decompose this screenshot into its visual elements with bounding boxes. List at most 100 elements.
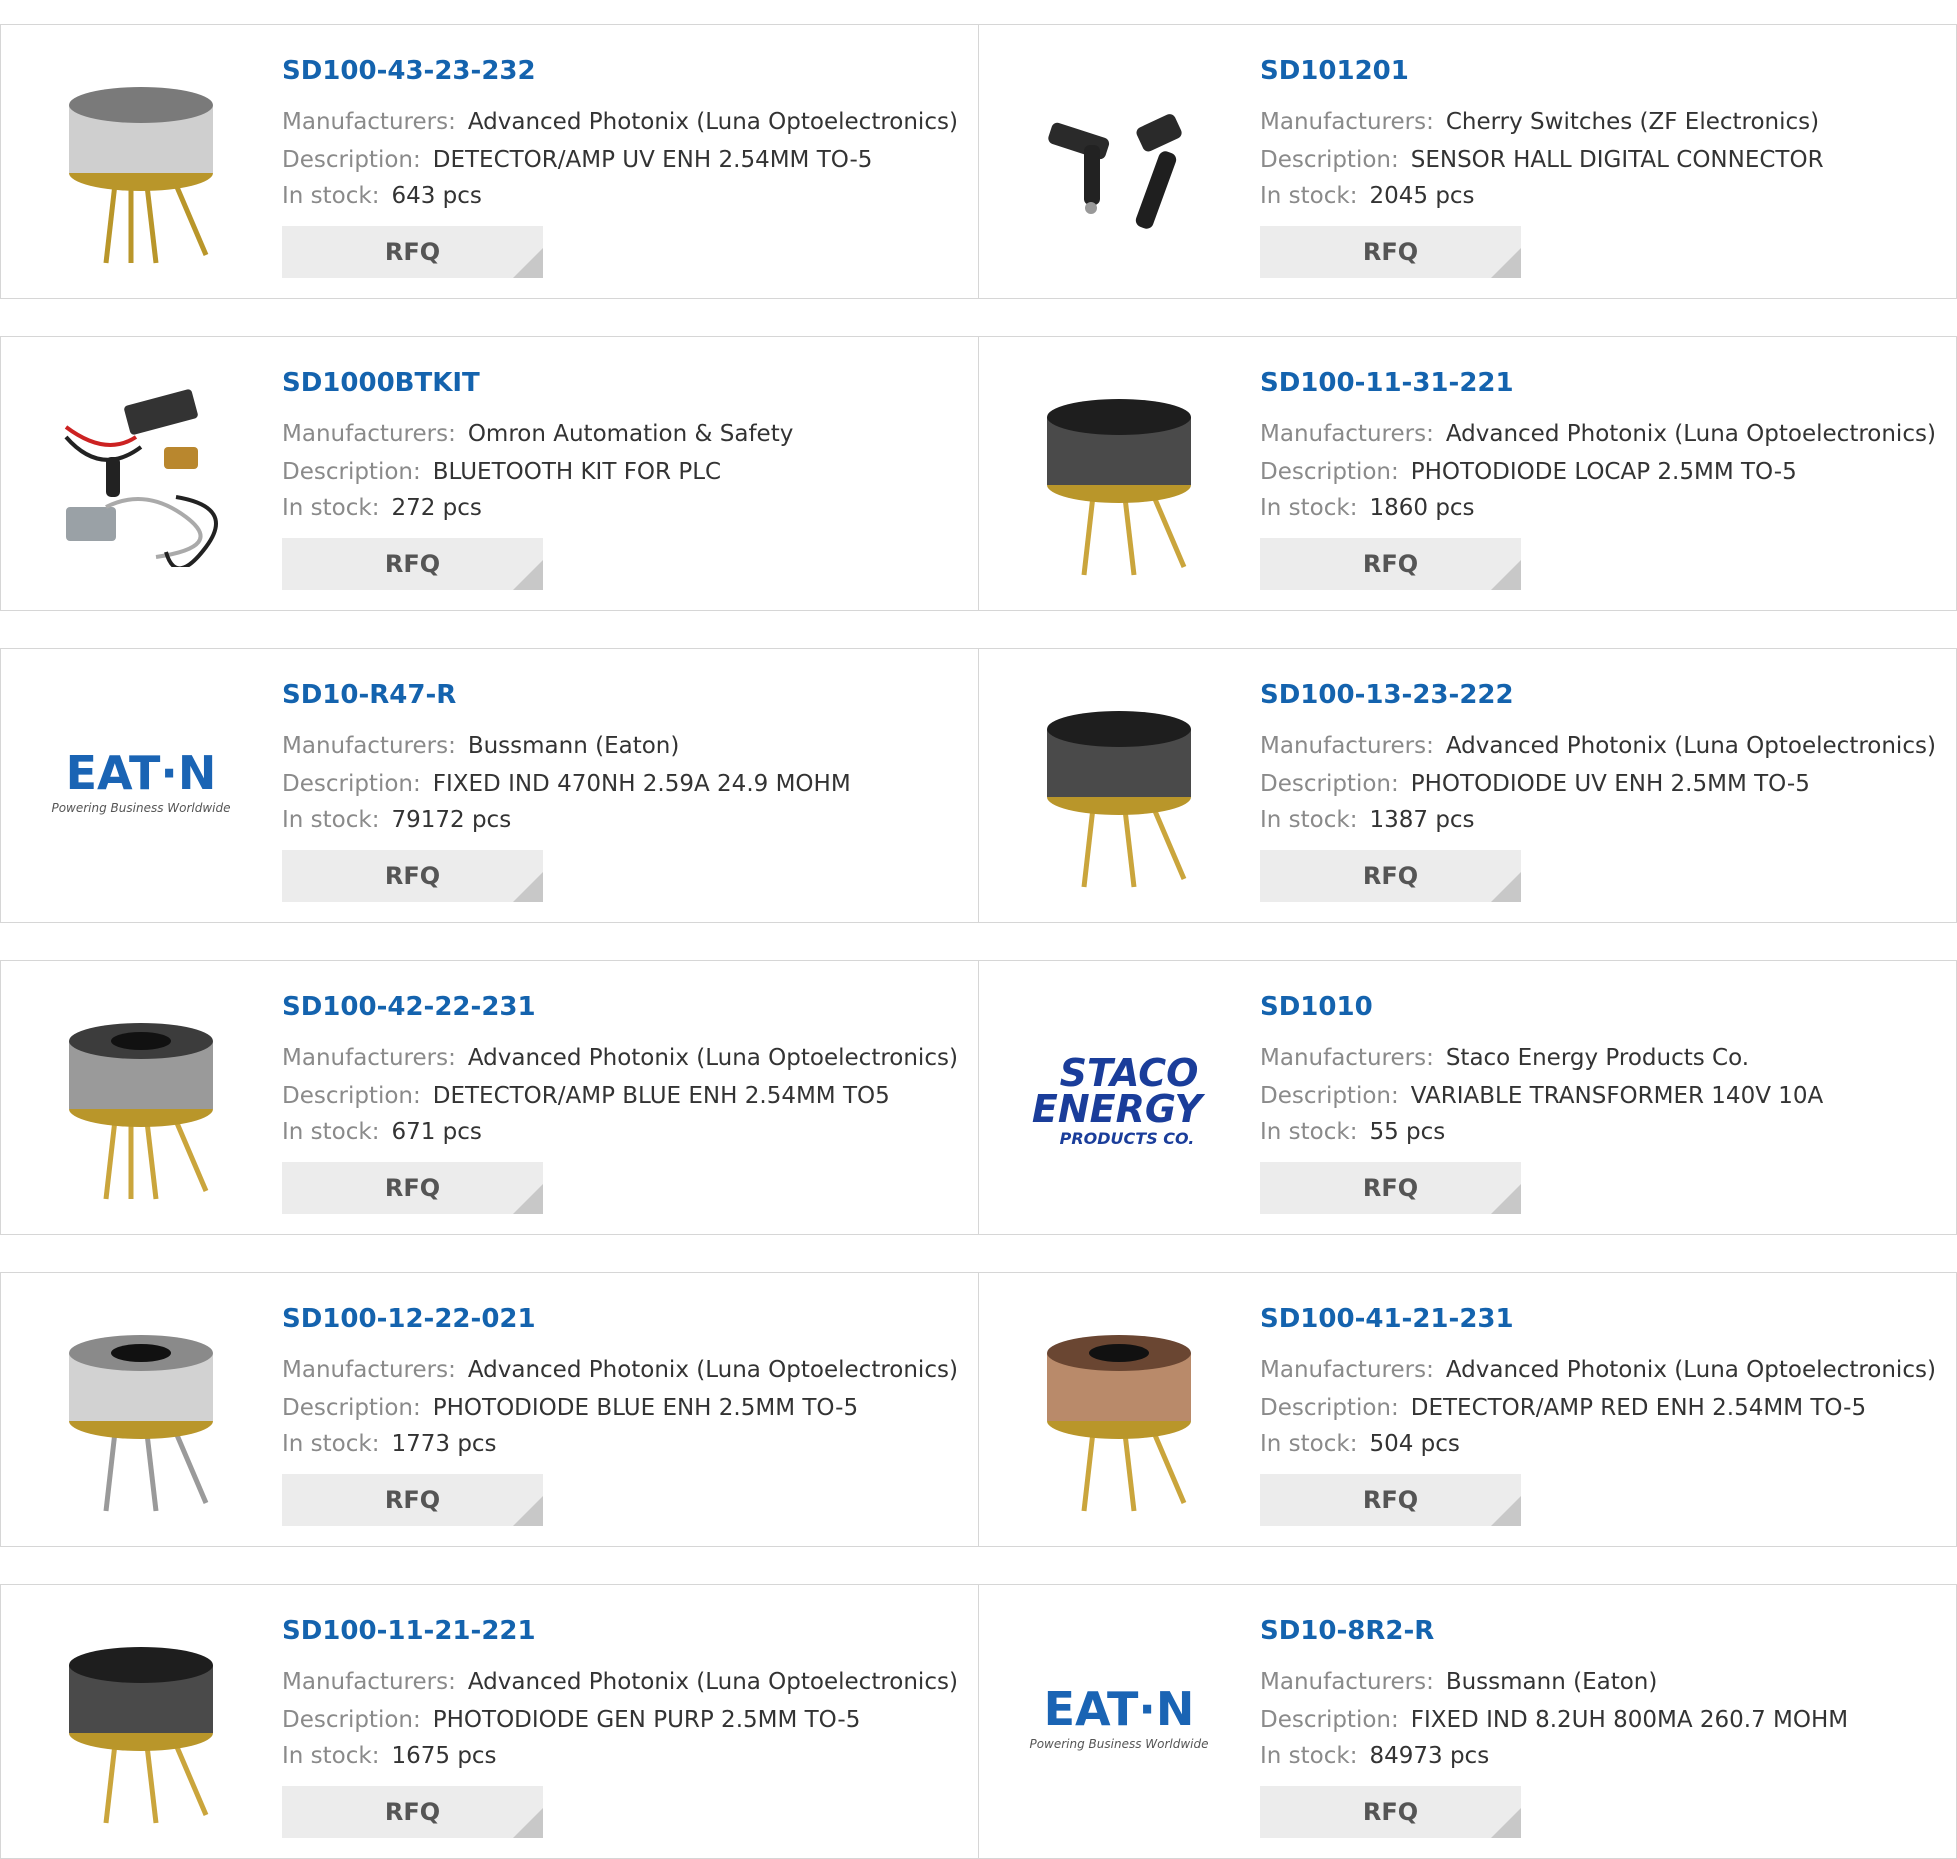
product-card: STACO ENERGY PRODUCTS CO. SD1010 Manufac… (978, 960, 1957, 1235)
part-number-link[interactable]: SD100-42-22-231 (282, 992, 536, 1022)
corner-triangle-icon (513, 1496, 543, 1526)
rfq-button[interactable]: RFQ (1260, 538, 1521, 590)
stock-value: 643 pcs (391, 183, 482, 209)
rfq-label: RFQ (384, 238, 441, 266)
rfq-button[interactable]: RFQ (282, 850, 543, 902)
manufacturer-label: Manufacturers: (282, 1669, 456, 1695)
stock-label: In stock: (282, 1743, 380, 1769)
rfq-label: RFQ (384, 550, 441, 578)
stock-row: In stock: 84973 pcs (1260, 1742, 1489, 1770)
manufacturer-label: Manufacturers: (282, 1357, 456, 1383)
description-value: DETECTOR/AMP RED ENH 2.54MM TO-5 (1410, 1395, 1867, 1421)
eaton-logo-word: EAT·N (66, 746, 217, 800)
rfq-button[interactable]: RFQ (282, 1162, 543, 1214)
product-image[interactable] (39, 1311, 243, 1515)
product-image[interactable] (1017, 1311, 1221, 1515)
rfq-button[interactable]: RFQ (1260, 1474, 1521, 1526)
description-label: Description: (282, 147, 421, 173)
product-image[interactable] (1017, 375, 1221, 579)
description-value: SENSOR HALL DIGITAL CONNECTOR (1410, 147, 1824, 173)
stock-row: In stock: 671 pcs (282, 1118, 482, 1146)
part-number-link[interactable]: SD100-12-22-021 (282, 1304, 536, 1334)
rfq-label: RFQ (384, 1174, 441, 1202)
manufacturer-row: Manufacturers: Advanced Photonix (Luna Op… (282, 108, 958, 136)
rfq-button[interactable]: RFQ (282, 538, 543, 590)
product-image[interactable] (39, 375, 243, 579)
product-image[interactable]: STACO ENERGY PRODUCTS CO. (1017, 999, 1221, 1203)
rfq-button[interactable]: RFQ (282, 226, 543, 278)
part-number-link[interactable]: SD100-43-23-232 (282, 56, 536, 86)
staco-logo-line3: PRODUCTS CO. (1060, 1129, 1195, 1148)
rfq-button[interactable]: RFQ (1260, 850, 1521, 902)
manufacturer-value: Advanced Photonix (Luna Optoelectronics) (467, 1045, 958, 1071)
manufacturer-value: Cherry Switches (ZF Electronics) (1445, 109, 1820, 135)
product-card: SD100-42-22-231 Manufacturers: Advanced P… (0, 960, 980, 1235)
stock-value: 79172 pcs (391, 807, 512, 833)
product-image[interactable] (1017, 63, 1221, 267)
stock-value: 1860 pcs (1369, 495, 1475, 521)
stock-label: In stock: (1260, 1743, 1358, 1769)
description-label: Description: (1260, 147, 1399, 173)
stock-row: In stock: 2045 pcs (1260, 182, 1475, 210)
manufacturer-label: Manufacturers: (1260, 1669, 1434, 1695)
product-image[interactable]: EAT·N Powering Business Worldwide (1017, 1623, 1221, 1827)
stock-row: In stock: 272 pcs (282, 494, 482, 522)
product-image[interactable] (1017, 687, 1221, 891)
part-number-link[interactable]: SD101201 (1260, 56, 1409, 86)
product-card: SD100-13-23-222 Manufacturers: Advanced P… (978, 648, 1957, 923)
part-number-link[interactable]: SD1000BTKIT (282, 368, 480, 398)
manufacturer-value: Advanced Photonix (Luna Optoelectronics) (1445, 421, 1936, 447)
rfq-button[interactable]: RFQ (282, 1786, 543, 1838)
stock-label: In stock: (1260, 1119, 1358, 1145)
part-number-link[interactable]: SD100-11-31-221 (1260, 368, 1514, 398)
corner-triangle-icon (1491, 248, 1521, 278)
rfq-button[interactable]: RFQ (1260, 226, 1521, 278)
manufacturer-row: Manufacturers: Staco Energy Products Co. (1260, 1044, 1749, 1072)
stock-row: In stock: 1860 pcs (1260, 494, 1475, 522)
description-value: PHOTODIODE GEN PURP 2.5MM TO-5 (432, 1707, 861, 1733)
part-number-link[interactable]: SD1010 (1260, 992, 1373, 1022)
part-number-link[interactable]: SD100-41-21-231 (1260, 1304, 1514, 1334)
manufacturer-label: Manufacturers: (282, 1045, 456, 1071)
manufacturer-row: Manufacturers: Bussmann (Eaton) (282, 732, 679, 760)
rfq-label: RFQ (1362, 862, 1419, 890)
stock-value: 1773 pcs (391, 1431, 497, 1457)
manufacturer-value: Advanced Photonix (Luna Optoelectronics) (467, 1669, 958, 1695)
rfq-button[interactable]: RFQ (282, 1474, 543, 1526)
manufacturer-value: Bussmann (Eaton) (1445, 1669, 1658, 1695)
part-number-link[interactable]: SD10-R47-R (282, 680, 456, 710)
stock-label: In stock: (1260, 1431, 1358, 1457)
description-label: Description: (1260, 459, 1399, 485)
part-number-link[interactable]: SD100-13-23-222 (1260, 680, 1514, 710)
rfq-label: RFQ (1362, 1798, 1419, 1826)
rfq-button[interactable]: RFQ (1260, 1786, 1521, 1838)
manufacturer-row: Manufacturers: Advanced Photonix (Luna Op… (282, 1356, 958, 1384)
part-number-link[interactable]: SD100-11-21-221 (282, 1616, 536, 1646)
product-image[interactable] (39, 63, 243, 267)
rfq-label: RFQ (1362, 1486, 1419, 1514)
manufacturer-label: Manufacturers: (1260, 1045, 1434, 1071)
manufacturer-value: Staco Energy Products Co. (1445, 1045, 1750, 1071)
manufacturer-value: Advanced Photonix (Luna Optoelectronics) (467, 109, 958, 135)
stock-row: In stock: 79172 pcs (282, 806, 511, 834)
manufacturer-value: Advanced Photonix (Luna Optoelectronics) (467, 1357, 958, 1383)
description-row: Description: DETECTOR/AMP UV ENH 2.54MM T… (282, 146, 872, 174)
manufacturer-value: Advanced Photonix (Luna Optoelectronics) (1445, 1357, 1936, 1383)
manufacturer-value: Advanced Photonix (Luna Optoelectronics) (1445, 733, 1936, 759)
description-row: Description: FIXED IND 470NH 2.59A 24.9 M… (282, 770, 851, 798)
part-number-link[interactable]: SD10-8R2-R (1260, 1616, 1434, 1646)
stock-value: 1675 pcs (391, 1743, 497, 1769)
stock-label: In stock: (1260, 183, 1358, 209)
product-image[interactable]: EAT·N Powering Business Worldwide (39, 687, 243, 891)
corner-triangle-icon (1491, 560, 1521, 590)
stock-label: In stock: (1260, 807, 1358, 833)
description-row: Description: PHOTODIODE GEN PURP 2.5MM TO… (282, 1706, 860, 1734)
product-image[interactable] (39, 1623, 243, 1827)
description-value: PHOTODIODE UV ENH 2.5MM TO-5 (1410, 771, 1810, 797)
manufacturer-row: Manufacturers: Cherry Switches (ZF Electr… (1260, 108, 1819, 136)
stock-value: 55 pcs (1369, 1119, 1446, 1145)
product-image[interactable] (39, 999, 243, 1203)
rfq-button[interactable]: RFQ (1260, 1162, 1521, 1214)
rfq-label: RFQ (1362, 550, 1419, 578)
staco-logo-line2: ENERGY (1032, 1087, 1206, 1131)
